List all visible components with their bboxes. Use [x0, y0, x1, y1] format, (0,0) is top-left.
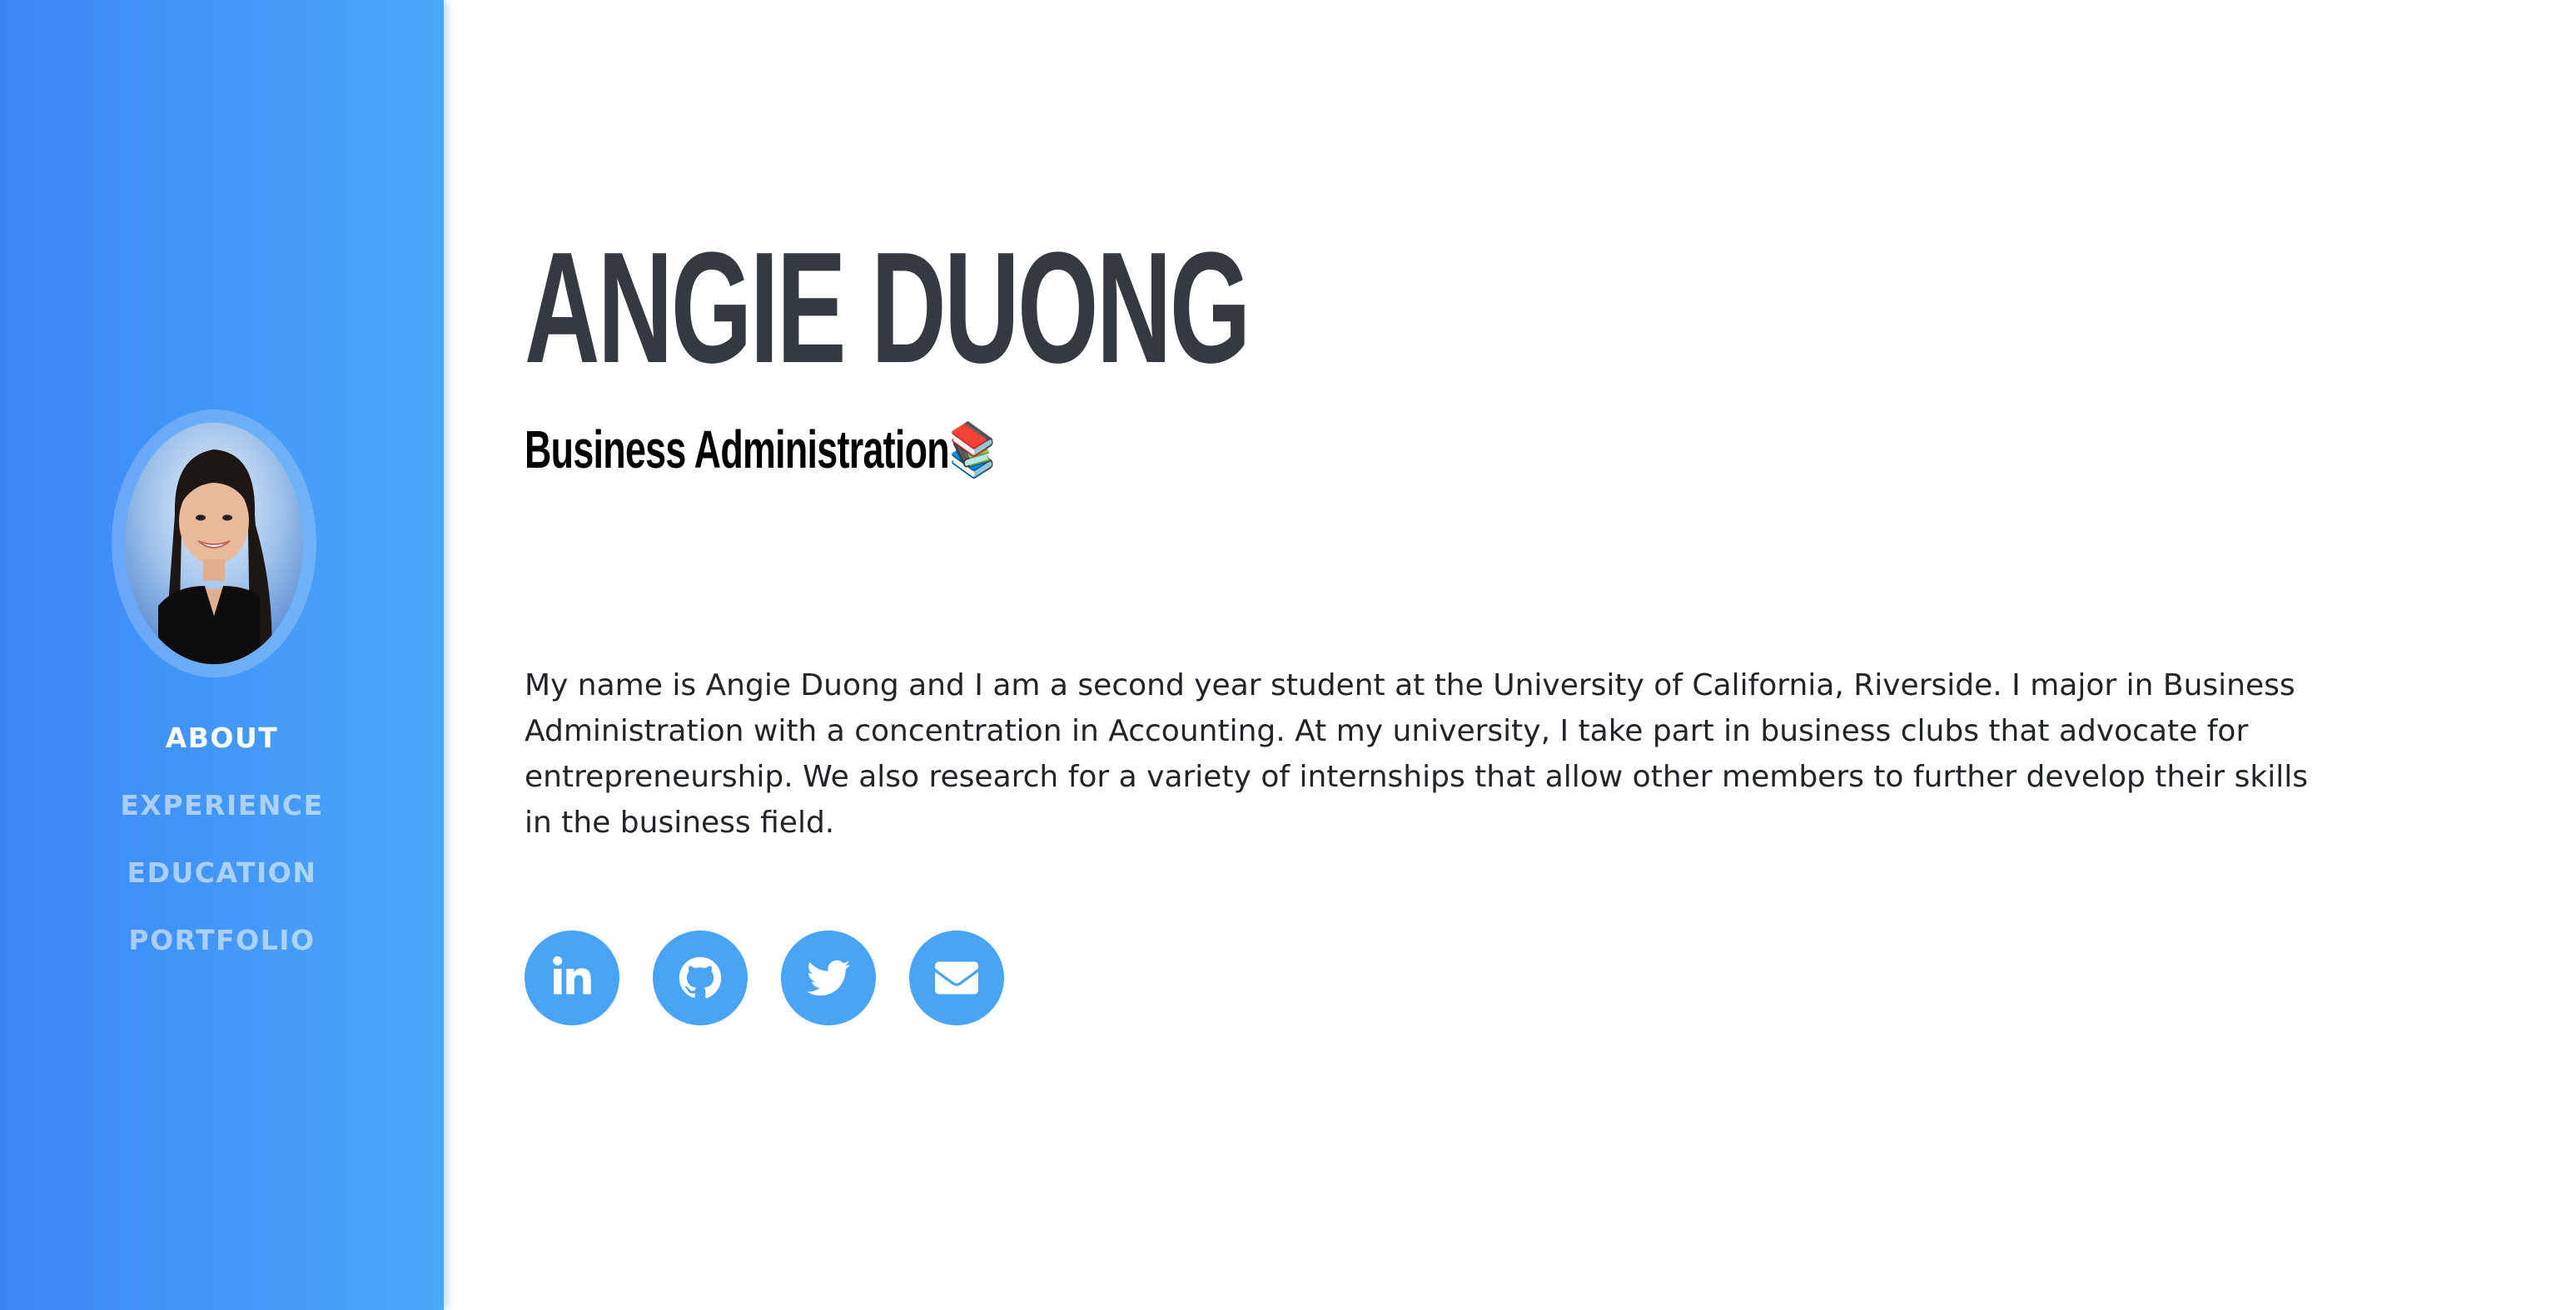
avatar [125, 423, 303, 664]
envelope-icon [935, 961, 978, 995]
sidebar-nav: ABOUT EXPERIENCE EDUCATION PORTFOLIO [0, 717, 444, 987]
nav-item-education[interactable]: EDUCATION [0, 852, 444, 920]
email-button[interactable] [909, 930, 1004, 1025]
books-emoji-icon: 📚 [948, 419, 996, 479]
linkedin-icon [553, 956, 591, 995]
social-links [525, 930, 1004, 1025]
github-button[interactable] [653, 930, 748, 1025]
subtitle-text: Business Administration [525, 419, 950, 479]
linkedin-button[interactable] [525, 930, 619, 1025]
nav-item-experience[interactable]: EXPERIENCE [0, 785, 444, 852]
sidebar: ABOUT EXPERIENCE EDUCATION PORTFOLIO [0, 0, 444, 1310]
twitter-icon [807, 960, 850, 996]
subtitle: Business Administration📚 [525, 416, 996, 483]
nav-item-about[interactable]: ABOUT [0, 717, 444, 785]
nav-item-portfolio[interactable]: PORTFOLIO [0, 920, 444, 987]
profile-photo [125, 423, 303, 664]
avatar-frame [112, 409, 316, 677]
twitter-button[interactable] [781, 930, 876, 1025]
page-title: ANGIE DUONG [525, 220, 1251, 396]
github-icon [679, 956, 722, 999]
bio-paragraph: My name is Angie Duong and I am a second… [525, 668, 2308, 840]
